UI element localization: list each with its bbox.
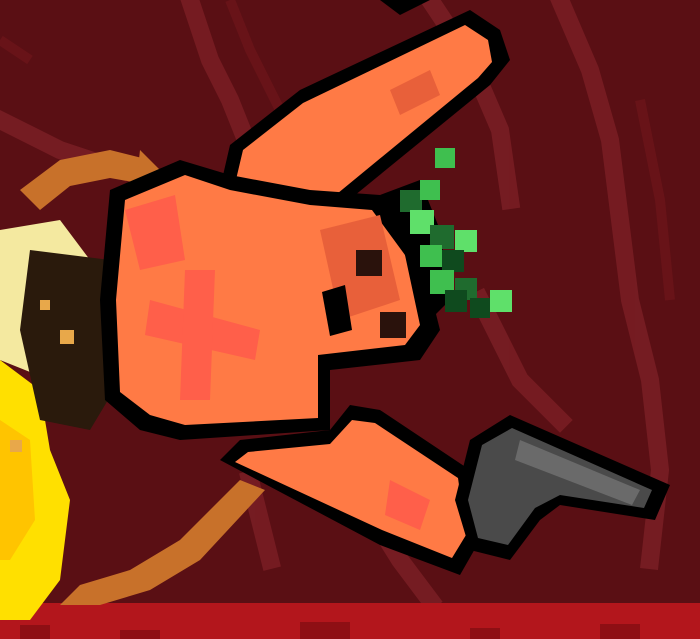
character-eye-right bbox=[380, 312, 406, 338]
game-canvas bbox=[0, 0, 700, 639]
character-eye-left bbox=[356, 250, 382, 276]
floor bbox=[0, 603, 700, 639]
game-scene bbox=[0, 0, 700, 639]
